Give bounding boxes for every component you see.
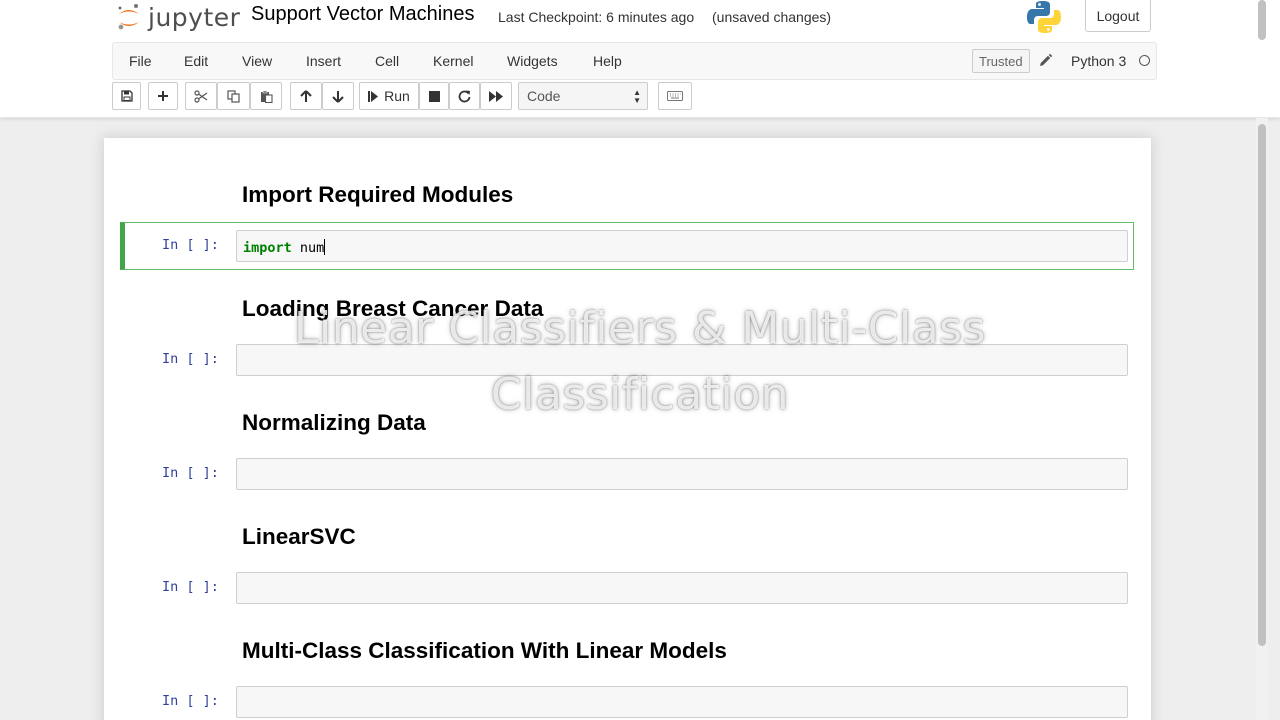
cell-type-select[interactable]: Code ▲ ▼ — [518, 82, 648, 110]
fast-forward-icon — [489, 90, 503, 102]
menu-cell[interactable]: Cell — [375, 53, 399, 69]
stop-icon — [428, 90, 440, 102]
run-label: Run — [384, 88, 410, 104]
markdown-heading[interactable]: Loading Breast Cancer Data — [242, 296, 543, 322]
notebook-title[interactable]: Support Vector Machines — [251, 3, 474, 26]
trusted-indicator[interactable]: Trusted — [972, 49, 1030, 73]
code-editor[interactable] — [236, 572, 1128, 604]
input-prompt: In [ ]: — [162, 237, 219, 253]
arrow-up-icon — [300, 89, 312, 102]
text-caret — [324, 239, 326, 255]
save-button[interactable] — [112, 82, 141, 110]
code-cell[interactable]: In [ ]: — [120, 678, 1134, 720]
restart-icon — [458, 90, 471, 102]
notebook-container: Import Required Modules In [ ]: import n… — [104, 138, 1151, 720]
command-palette-button[interactable] — [658, 82, 692, 110]
pencil-icon[interactable] — [1037, 53, 1053, 69]
kernel-name[interactable]: Python 3 — [1071, 53, 1126, 69]
restart-button[interactable] — [449, 82, 480, 110]
move-down-button[interactable] — [322, 82, 354, 110]
autosave-status: (unsaved changes) — [712, 9, 832, 25]
logo-wordmark: jupyter — [148, 2, 241, 32]
cut-icon — [194, 89, 208, 103]
checkpoint-status: Last Checkpoint: 6 minutes ago — [498, 9, 695, 25]
code-cell-selected[interactable]: In [ ]: import num — [120, 222, 1134, 270]
input-prompt: In [ ]: — [162, 579, 219, 595]
logout-button[interactable]: Logout — [1085, 0, 1151, 32]
cell-type-value: Code — [527, 88, 561, 104]
paste-button[interactable] — [250, 82, 282, 110]
menu-kernel[interactable]: Kernel — [433, 53, 473, 69]
move-up-button[interactable] — [290, 82, 322, 110]
header-scrollbar-thumb[interactable] — [1258, 0, 1266, 40]
select-arrows-icon: ▲ ▼ — [633, 88, 641, 105]
python-logo-icon — [1027, 1, 1061, 33]
kernel-idle-indicator — [1139, 55, 1150, 66]
keyboard-icon — [667, 91, 683, 101]
paste-icon — [260, 90, 273, 103]
save-icon — [120, 90, 133, 102]
markdown-heading[interactable]: Normalizing Data — [242, 410, 426, 436]
plus-icon — [158, 91, 168, 101]
run-button[interactable]: Run — [359, 82, 419, 110]
menu-insert[interactable]: Insert — [306, 53, 341, 69]
menu-view[interactable]: View — [242, 53, 272, 69]
markdown-heading[interactable]: Import Required Modules — [242, 182, 513, 208]
code-editor[interactable] — [236, 686, 1128, 718]
code-editor[interactable] — [236, 458, 1128, 490]
insert-cell-button[interactable] — [148, 82, 178, 110]
menu-file[interactable]: File — [129, 53, 152, 69]
step-forward-icon — [368, 90, 379, 102]
code-editor[interactable] — [236, 344, 1128, 376]
code-editor[interactable]: import num — [236, 230, 1128, 262]
menu-widgets[interactable]: Widgets — [507, 53, 558, 69]
code-keyword: import — [243, 240, 292, 256]
code-cell[interactable]: In [ ]: — [120, 450, 1134, 498]
code-line: import num — [243, 239, 326, 256]
scrollbar-thumb[interactable] — [1258, 124, 1266, 646]
markdown-heading[interactable]: LinearSVC — [242, 524, 356, 550]
restart-run-all-button[interactable] — [480, 82, 512, 110]
interrupt-button[interactable] — [419, 82, 449, 110]
menubar: File Edit View Insert Cell Kernel Widget… — [112, 42, 1157, 80]
input-prompt: In [ ]: — [162, 351, 219, 367]
markdown-heading[interactable]: Multi-Class Classification With Linear M… — [242, 638, 727, 664]
menu-help[interactable]: Help — [593, 53, 622, 69]
arrow-down-icon — [332, 90, 344, 103]
menu-edit[interactable]: Edit — [184, 53, 208, 69]
input-prompt: In [ ]: — [162, 465, 219, 481]
copy-button[interactable] — [217, 82, 250, 110]
copy-icon — [227, 89, 240, 103]
input-prompt: In [ ]: — [162, 693, 219, 709]
notebook-header: jupyter Support Vector Machines Last Che… — [0, 0, 1280, 118]
jupyter-logo-icon — [118, 4, 139, 30]
code-cell[interactable]: In [ ]: — [120, 564, 1134, 612]
code-cell[interactable]: In [ ]: — [120, 336, 1134, 384]
jupyter-logo[interactable]: jupyter — [116, 0, 240, 34]
code-text: num — [291, 240, 325, 256]
cut-button[interactable] — [185, 82, 217, 110]
